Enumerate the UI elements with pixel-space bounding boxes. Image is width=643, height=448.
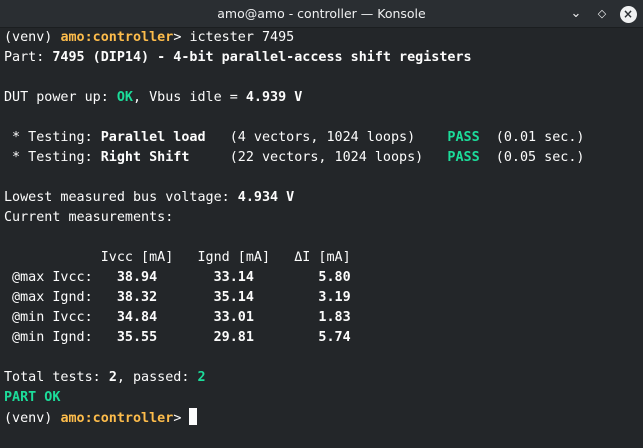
command-text: ictester 7495	[189, 30, 295, 45]
close-button[interactable]: ×	[617, 0, 639, 27]
table-header: Ivcc [mA] Ignd [mA] ΔI [mA]	[4, 250, 351, 265]
test-line: * Testing: Right Shift (22 vectors, 1024…	[4, 150, 585, 165]
passed-tests: 2	[197, 370, 206, 385]
konsole-window: amo@amo - controller — Konsole ⌄ ◇ × (ve…	[0, 0, 643, 448]
power-status: OK	[116, 90, 133, 105]
summary-line: Total tests: 2, passed: 2	[4, 370, 206, 385]
prompt-symbol: >	[173, 30, 190, 45]
total-tests: 2	[108, 370, 117, 385]
table-row: @max Ignd: 38.32 35.14 3.19	[4, 290, 351, 305]
test-line: * Testing: Parallel load (4 vectors, 102…	[4, 130, 585, 145]
lowest-voltage-value: 4.934 V	[237, 190, 295, 205]
command-line: (venv) amo:controller> ictester 7495	[4, 28, 640, 48]
prompt-symbol: >	[173, 411, 190, 426]
part-line: Part: 7495 (DIP14) - 4-bit parallel-acce…	[4, 50, 472, 65]
minimize-button[interactable]: ⌄	[565, 0, 587, 27]
lowest-voltage-line: Lowest measured bus voltage: 4.934 V	[4, 190, 295, 205]
title-bar[interactable]: amo@amo - controller — Konsole ⌄ ◇ ×	[0, 0, 643, 28]
final-status: PART OK	[4, 390, 61, 405]
part-name: 7495 (DIP14) - 4-bit parallel-access shi…	[52, 50, 472, 65]
test-name: Right Shift	[100, 150, 214, 165]
test-result: PASS	[447, 130, 480, 145]
window-title: amo@amo - controller — Konsole	[217, 6, 426, 21]
current-measurements-label: Current measurements:	[4, 210, 174, 225]
prompt-venv: (venv)	[4, 411, 61, 426]
text-cursor[interactable]	[189, 408, 198, 425]
vbus-value: 4.939 V	[245, 90, 303, 105]
table-row: @max Ivcc: 38.94 33.14 5.80	[4, 270, 351, 285]
table-row: @min Ivcc: 34.84 33.01 1.83	[4, 310, 351, 325]
prompt-venv: (venv)	[4, 30, 61, 45]
test-name: Parallel load	[100, 130, 214, 145]
prompt-line[interactable]: (venv) amo:controller>	[4, 408, 640, 428]
terminal-output[interactable]: (venv) amo:controller> ictester 7495 Par…	[4, 28, 640, 446]
prompt-location: amo:controller	[60, 30, 174, 45]
power-line: DUT power up: OK, Vbus idle = 4.939 V	[4, 90, 303, 105]
prompt-location: amo:controller	[60, 411, 174, 426]
test-result: PASS	[447, 150, 480, 165]
close-icon: ×	[619, 6, 637, 23]
table-row: @min Ignd: 35.55 29.81 5.74	[4, 330, 351, 345]
maximize-button[interactable]: ◇	[591, 0, 613, 27]
